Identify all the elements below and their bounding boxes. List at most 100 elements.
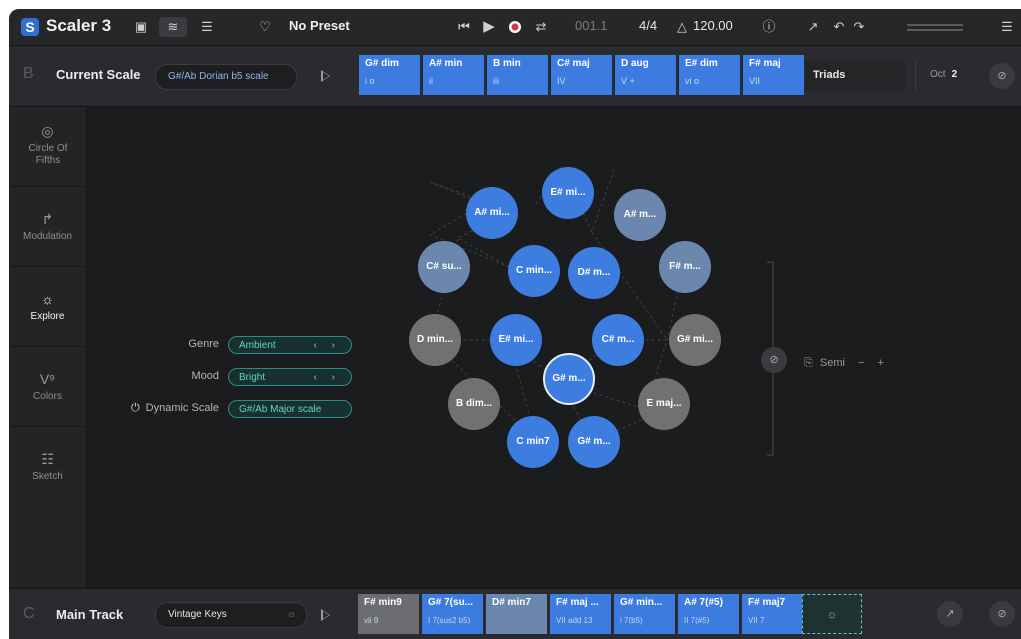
preset-name[interactable]: No Preset <box>289 18 350 33</box>
menu-icon[interactable]: ☰ <box>999 17 1015 37</box>
chord-name: F# maj ... <box>556 597 599 608</box>
track-chord-pad[interactable]: F# maj ... VII add 13 <box>550 594 611 634</box>
chord-type-selector[interactable]: Triads <box>805 59 905 91</box>
scale-chord-pad[interactable]: F# maj VII <box>743 55 804 95</box>
scale-chord-pad[interactable]: A# min ii <box>423 55 484 95</box>
row-title: Current Scale <box>56 67 141 82</box>
undo-icon[interactable]: ↶ <box>831 17 847 37</box>
chord-node[interactable]: E maj... <box>638 378 690 430</box>
layers-icon[interactable]: ≋ <box>159 17 187 37</box>
track-chord-pad[interactable]: F# min9 vii 9 <box>358 594 419 634</box>
chord-name: G# 7(su... <box>428 597 474 608</box>
chord-node[interactable]: C min7 <box>507 416 559 468</box>
sidebar-item-modulation[interactable]: ↱ Modulation <box>9 187 86 267</box>
track-chord-pad[interactable]: A# 7(#5) II 7(#5) <box>678 594 739 634</box>
sidebar: ◎ Circle Of Fifths ↱ Modulation ☼ Explor… <box>9 107 87 587</box>
heart-icon[interactable]: ♡ <box>257 17 273 37</box>
scale-chord-pad[interactable]: C# maj IV <box>551 55 612 95</box>
metronome-icon[interactable]: △ <box>675 17 689 37</box>
top-bar: S Scaler 3 ▣ ≋ ☰ ♡ No Preset ⏮ ▶ ⇄ 001.1… <box>9 9 1021 46</box>
chord-node[interactable]: E# mi... <box>490 314 542 366</box>
position-display: 001.1 <box>575 18 608 33</box>
track-chord-pad[interactable]: D# min7 <box>486 594 547 634</box>
chord-roman: I 7(sus2 b5) <box>428 616 471 625</box>
chord-roman: vi o <box>685 76 700 86</box>
chord-node[interactable]: E# mi... <box>542 167 594 219</box>
chord-name: A# min <box>429 58 463 69</box>
list-icon[interactable]: ☰ <box>199 17 215 37</box>
scale-chord-pad[interactable]: E# dim vi o <box>679 55 740 95</box>
chord-name: F# min9 <box>364 597 402 608</box>
sidebar-item-label: Modulation <box>23 231 72 242</box>
lightbulb-icon: ☼ <box>41 291 54 307</box>
chord-roman: ii <box>429 76 433 86</box>
row-letter: C <box>23 605 35 622</box>
semitone-control: ⎘ Semi − + <box>804 357 884 370</box>
sidebar-item-sketch[interactable]: ☷ Sketch <box>9 427 86 507</box>
chord-roman: VII 7 <box>748 616 765 625</box>
export-track-icon[interactable]: ↗ <box>937 601 963 627</box>
chord-name: G# dim <box>365 58 399 69</box>
chord-node[interactable]: C# m... <box>592 314 644 366</box>
sidebar-item-explore[interactable]: ☼ Explore <box>9 267 86 347</box>
chord-node[interactable]: A# m... <box>614 189 666 241</box>
tempo-value[interactable]: 120.00 <box>693 18 733 33</box>
track-chord-pad[interactable]: F# maj7 VII 7 <box>742 594 803 634</box>
chord-name: F# maj7 <box>748 597 786 608</box>
chord-node[interactable]: G# m... <box>568 416 620 468</box>
level-meter-2 <box>907 29 963 31</box>
minus-icon[interactable]: − <box>858 357 864 369</box>
info-icon[interactable]: ⓘ <box>761 17 777 37</box>
sidebar-item-label: Sketch <box>32 471 63 482</box>
suggest-chord-button[interactable]: ☼ <box>802 594 862 634</box>
scale-chord-pad[interactable]: D aug V + <box>615 55 676 95</box>
chord-node[interactable]: F# m... <box>659 241 711 293</box>
chord-node[interactable]: G# mi... <box>669 314 721 366</box>
folder-icon[interactable]: ▣ <box>133 17 149 37</box>
explore-panel: Genre Ambient ‹ › Mood Bright ‹ › ⏻ Dynam… <box>87 107 1021 587</box>
chord-roman: V + <box>621 76 635 86</box>
loop-icon[interactable]: ⇄ <box>533 17 549 37</box>
export-icon[interactable]: ↗ <box>805 17 821 37</box>
instrument-selector[interactable]: Vintage Keys ☼ <box>155 602 307 628</box>
sidebar-item-colors[interactable]: V⁹ Colors <box>9 347 86 427</box>
chord-name: D aug <box>621 58 649 69</box>
scale-selector[interactable]: G#/Ab Dorian b5 scale <box>155 64 297 90</box>
octave-value: 2 <box>951 69 958 80</box>
chord-roman: i o <box>365 76 375 86</box>
chord-node[interactable]: D# m... <box>568 247 620 299</box>
sidebar-item-label: Circle Of Fifths <box>28 143 68 166</box>
link-nodes-icon[interactable]: ⊘ <box>761 347 787 373</box>
link-track-icon[interactable]: ⊘ <box>989 601 1015 627</box>
chord-node[interactable]: D min... <box>409 314 461 366</box>
instrument-settings-icon[interactable]: ☼ <box>287 603 296 627</box>
sidebar-item-circle-of-fifths[interactable]: ◎ Circle Of Fifths <box>9 107 86 187</box>
plus-icon[interactable]: + <box>878 357 884 369</box>
main-track-row: C Main Track Vintage Keys ☼ F# min9 vii 9… <box>9 588 1021 639</box>
chord-node[interactable]: A# mi... <box>466 187 518 239</box>
chord-name: C# maj <box>557 58 590 69</box>
chord-node[interactable]: B dim... <box>448 378 500 430</box>
scale-chord-pad[interactable]: G# dim i o <box>359 55 420 95</box>
link-icon[interactable]: ⊘ <box>989 63 1015 89</box>
record-icon[interactable] <box>507 17 523 37</box>
play-track-icon[interactable] <box>321 609 330 621</box>
row-title: Main Track <box>56 607 124 622</box>
skip-back-icon[interactable]: ⏮ <box>457 17 471 37</box>
sidebar-item-label: Explore <box>30 311 65 322</box>
octave-label: Oct <box>930 69 946 80</box>
chord-node-selected[interactable]: G# m... <box>543 353 595 405</box>
chord-node[interactable]: C# su... <box>418 241 470 293</box>
octave-control[interactable]: Oct 2 <box>915 59 975 91</box>
play-icon[interactable]: ▶ <box>481 17 497 37</box>
scale-chord-pad[interactable]: B min iii <box>487 55 548 95</box>
chord-name: A# 7(#5) <box>684 597 723 608</box>
track-chord-pad[interactable]: G# 7(su... I 7(sus2 b5) <box>422 594 483 634</box>
chord-roman: iii <box>493 76 499 86</box>
redo-icon[interactable]: ↷ <box>851 17 867 37</box>
play-scale-icon[interactable] <box>321 70 330 82</box>
track-chord-pad[interactable]: G# min... i 7(b5) <box>614 594 675 634</box>
chord-node[interactable]: C min... <box>508 245 560 297</box>
lock-icon[interactable]: ⎘ <box>804 357 813 369</box>
time-signature[interactable]: 4/4 <box>639 18 657 33</box>
